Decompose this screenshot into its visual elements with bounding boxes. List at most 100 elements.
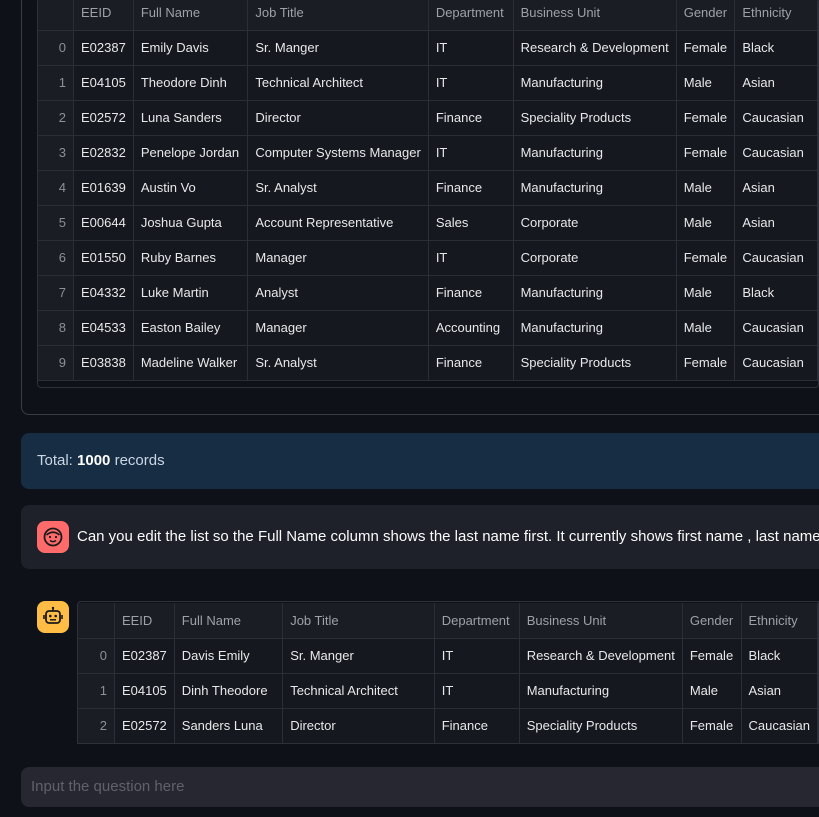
table-cell[interactable]: IT [434,638,520,674]
table-cell[interactable]: Male [676,310,736,346]
column-header[interactable] [38,0,74,31]
table-cell[interactable]: Director [282,708,435,743]
table-cell[interactable]: Caucasian [734,345,818,381]
table-cell[interactable]: Sanders Luna [174,708,284,743]
table-cell[interactable]: Manufacturing [513,275,677,311]
table-cell[interactable]: Finance [428,100,514,136]
table-cell[interactable]: Male [676,170,736,206]
table-cell[interactable]: Finance [434,708,520,743]
column-header[interactable]: Full Name [133,0,249,31]
table-cell[interactable]: E01639 [73,170,134,206]
column-header[interactable]: Business Unit [519,603,683,639]
table-cell[interactable]: Penelope Jordan [133,135,249,171]
table-cell[interactable]: Finance [428,275,514,311]
table-cell[interactable]: Analyst [247,275,429,311]
column-header[interactable]: Ethnicity [734,0,818,31]
table-cell[interactable]: Dinh Theodore [174,673,284,709]
table-cell[interactable]: Emily Davis [133,30,249,66]
column-header[interactable]: Job Title [247,0,429,31]
table-cell[interactable]: Speciality Products [519,708,683,743]
table-cell[interactable]: Research & Development [519,638,683,674]
table-cell[interactable]: IT [428,135,514,171]
table-cell[interactable]: E00644 [73,205,134,241]
column-header[interactable]: Gender [676,0,736,31]
table-cell[interactable]: Luke Martin [133,275,249,311]
table-cell[interactable]: Manufacturing [513,135,677,171]
table-cell[interactable]: Caucasian [734,240,818,276]
row-index[interactable]: 1 [78,673,115,709]
table-cell[interactable]: Corporate [513,240,677,276]
table-cell[interactable]: Technical Architect [282,673,435,709]
table-cell[interactable]: Female [682,638,742,674]
table-cell[interactable]: Sr. Analyst [247,170,429,206]
table-cell[interactable]: E01550 [73,240,134,276]
table-cell[interactable]: Female [676,30,736,66]
table-cell[interactable]: Speciality Products [513,100,677,136]
table-cell[interactable]: Female [676,100,736,136]
employee-table-container[interactable]: EEID Full Name Job Title Department Business… [37,0,819,388]
table-cell[interactable]: IT [428,240,514,276]
row-index[interactable]: 3 [38,135,74,171]
column-header[interactable]: EEID [114,603,175,639]
table-cell[interactable]: Female [676,345,736,381]
row-index[interactable]: 7 [38,275,74,311]
column-header[interactable] [78,603,115,639]
row-index[interactable]: 6 [38,240,74,276]
table-cell[interactable]: E02572 [114,708,175,743]
table-cell[interactable]: Asian [734,170,818,206]
row-index[interactable]: 2 [38,100,74,136]
table-cell[interactable]: Asian [734,65,818,101]
table-cell[interactable]: E02387 [73,30,134,66]
table-cell[interactable]: Sales [428,205,514,241]
row-index[interactable]: 1 [38,65,74,101]
table-cell[interactable]: Sr. Analyst [247,345,429,381]
table-cell[interactable]: Research & Development [513,30,677,66]
table-cell[interactable]: IT [428,65,514,101]
table-cell[interactable]: Black [734,30,818,66]
table-cell[interactable]: E02387 [114,638,175,674]
table-cell[interactable]: Asian [734,205,818,241]
table-cell[interactable]: Black [741,638,818,674]
table-cell[interactable]: Computer Systems Manager [247,135,429,171]
column-header[interactable]: Department [428,0,514,31]
table-cell[interactable]: Easton Bailey [133,310,249,346]
table-cell[interactable]: Male [682,673,742,709]
table-cell[interactable]: Joshua Gupta [133,205,249,241]
table-cell[interactable]: Male [676,275,736,311]
table-cell[interactable]: Accounting [428,310,514,346]
table-cell[interactable]: Asian [741,673,818,709]
table-cell[interactable]: IT [428,30,514,66]
table-cell[interactable]: Female [676,240,736,276]
table-cell[interactable]: Speciality Products [513,345,677,381]
table-cell[interactable]: Caucasian [734,135,818,171]
table-cell[interactable]: Account Representative [247,205,429,241]
table-cell[interactable]: E02572 [73,100,134,136]
row-index[interactable]: 0 [38,30,74,66]
table-cell[interactable]: Theodore Dinh [133,65,249,101]
table-cell[interactable]: Caucasian [734,100,818,136]
table-cell[interactable]: Madeline Walker [133,345,249,381]
table-cell[interactable]: E02832 [73,135,134,171]
row-index[interactable]: 0 [78,638,115,674]
table-cell[interactable]: Luna Sanders [133,100,249,136]
table-cell[interactable]: Caucasian [741,708,818,743]
table-cell[interactable]: Finance [428,170,514,206]
table-cell[interactable]: Sr. Manger [247,30,429,66]
table-cell[interactable]: Caucasian [734,310,818,346]
row-index[interactable]: 5 [38,205,74,241]
table-cell[interactable]: E04533 [73,310,134,346]
table-cell[interactable]: Technical Architect [247,65,429,101]
table-cell[interactable]: Corporate [513,205,677,241]
table-cell[interactable]: Manager [247,240,429,276]
column-header[interactable]: Department [434,603,520,639]
table-cell[interactable]: Manufacturing [519,673,683,709]
column-header[interactable]: Job Title [282,603,435,639]
table-cell[interactable]: Manufacturing [513,65,677,101]
table-cell[interactable]: E03838 [73,345,134,381]
table-cell[interactable]: E04105 [73,65,134,101]
response-table-container[interactable]: EEID Full Name Job Title Department Business… [77,601,819,744]
table-cell[interactable]: Davis Emily [174,638,284,674]
column-header[interactable]: Business Unit [513,0,677,31]
table-cell[interactable]: Manufacturing [513,170,677,206]
table-cell[interactable]: Sr. Manger [282,638,435,674]
